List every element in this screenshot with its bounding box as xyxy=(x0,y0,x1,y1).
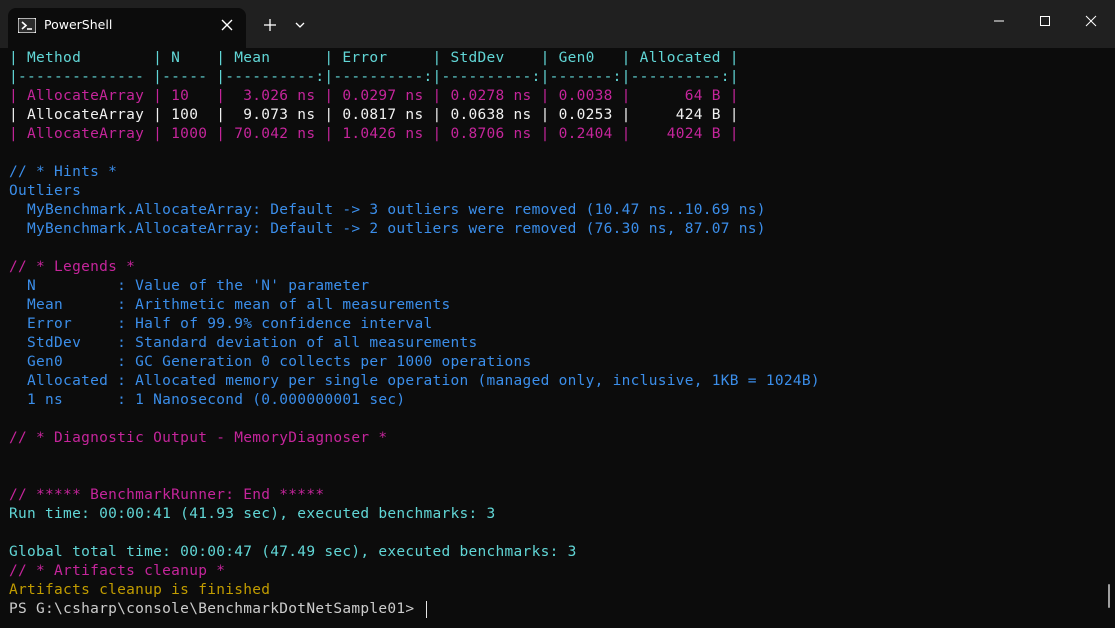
prompt-text: PS G:\csharp\console\BenchmarkDotNetSamp… xyxy=(9,601,424,617)
text-cursor xyxy=(426,600,428,618)
table-row: | AllocateArray | 100 | 9.073 ns | 0.081… xyxy=(9,107,739,123)
run-time-line: Run time: 00:00:41 (41.93 sec), executed… xyxy=(9,506,496,522)
close-icon[interactable] xyxy=(219,17,235,33)
legends-heading: // * Legends * xyxy=(9,259,136,275)
table-row: | AllocateArray | 1000 | 70.042 ns | 1.0… xyxy=(9,126,739,142)
legend-line: Allocated : Allocated memory per single … xyxy=(9,373,820,389)
plus-icon[interactable] xyxy=(259,14,281,36)
legend-line: StdDev : Standard deviation of all measu… xyxy=(9,335,478,351)
legend-line: 1 ns : 1 Nanosecond (0.000000001 sec) xyxy=(9,392,406,408)
diagnostic-heading: // * Diagnostic Output - MemoryDiagnoser… xyxy=(9,430,388,446)
tab-title: PowerShell xyxy=(44,17,113,32)
maximize-icon xyxy=(1040,16,1050,26)
tab-powershell[interactable]: PowerShell xyxy=(8,8,246,48)
minimize-button[interactable] xyxy=(976,0,1022,42)
table-header: | Method | N | Mean | Error | StdDev | G… xyxy=(9,50,739,66)
chevron-down-icon[interactable] xyxy=(289,14,311,36)
legend-line: N : Value of the 'N' parameter xyxy=(9,278,370,294)
global-time-line: Global total time: 00:00:47 (47.49 sec),… xyxy=(9,544,577,560)
legend-line: Gen0 : GC Generation 0 collects per 1000… xyxy=(9,354,532,370)
table-separator: |-------------- |----- |----------:|----… xyxy=(9,69,739,85)
runner-end-line: // ***** BenchmarkRunner: End ***** xyxy=(9,487,325,503)
outlier-line: MyBenchmark.AllocateArray: Default -> 2 … xyxy=(9,221,766,237)
terminal-window: PowerShell | Method | N | Mean | Error |… xyxy=(0,0,1115,628)
outlier-line: MyBenchmark.AllocateArray: Default -> 3 … xyxy=(9,202,766,218)
hints-heading: // * Hints * xyxy=(9,164,118,180)
command-prompt[interactable]: PS G:\csharp\console\BenchmarkDotNetSamp… xyxy=(9,600,428,619)
title-bar: PowerShell xyxy=(0,0,1115,48)
close-button[interactable] xyxy=(1068,0,1114,42)
terminal-output[interactable]: | Method | N | Mean | Error | StdDev | G… xyxy=(9,48,1099,624)
legend-line: Error : Half of 99.9% confidence interva… xyxy=(9,316,433,332)
scrollbar[interactable] xyxy=(1108,584,1110,608)
minimize-icon xyxy=(994,20,1004,22)
artifacts-heading: // * Artifacts cleanup * xyxy=(9,563,226,579)
artifacts-finished-line: Artifacts cleanup is finished xyxy=(9,582,271,598)
outliers-heading: Outliers xyxy=(9,183,82,199)
table-row: | AllocateArray | 10 | 3.026 ns | 0.0297… xyxy=(9,88,739,104)
powershell-icon xyxy=(18,18,36,33)
close-icon xyxy=(1085,15,1097,27)
maximize-button[interactable] xyxy=(1022,0,1068,42)
legend-line: Mean : Arithmetic mean of all measuremen… xyxy=(9,297,451,313)
